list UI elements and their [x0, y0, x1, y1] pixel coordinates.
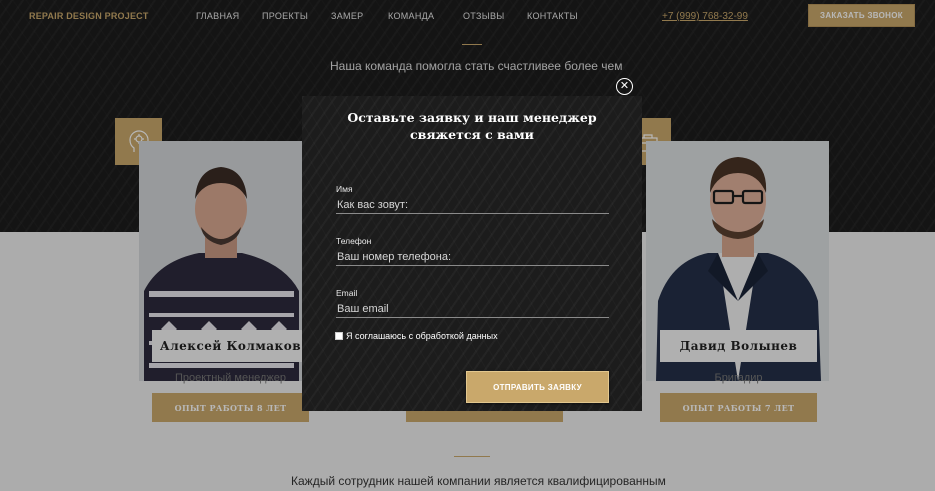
modal-title-line: свяжется с вами	[410, 127, 534, 142]
email-label: Email	[336, 288, 358, 298]
phone-label: Телефон	[336, 236, 372, 246]
modal-title-line: Оставьте заявку и наш менеджер	[347, 110, 597, 125]
email-field[interactable]	[336, 300, 609, 318]
submit-button[interactable]: ОТПРАВИТЬ ЗАЯВКУ	[466, 371, 609, 403]
consent-checkbox[interactable]	[335, 332, 343, 340]
phone-field[interactable]	[336, 248, 609, 266]
consent-label: Я соглашаюсь с обработкой данных	[346, 331, 498, 341]
name-field[interactable]	[336, 196, 609, 214]
close-icon[interactable]: ✕	[616, 78, 633, 95]
name-label: Имя	[336, 184, 353, 194]
consent-checkbox-row[interactable]: Я соглашаюсь с обработкой данных	[335, 331, 498, 341]
modal-title: Оставьте заявку и наш менеджер свяжется …	[302, 109, 642, 143]
